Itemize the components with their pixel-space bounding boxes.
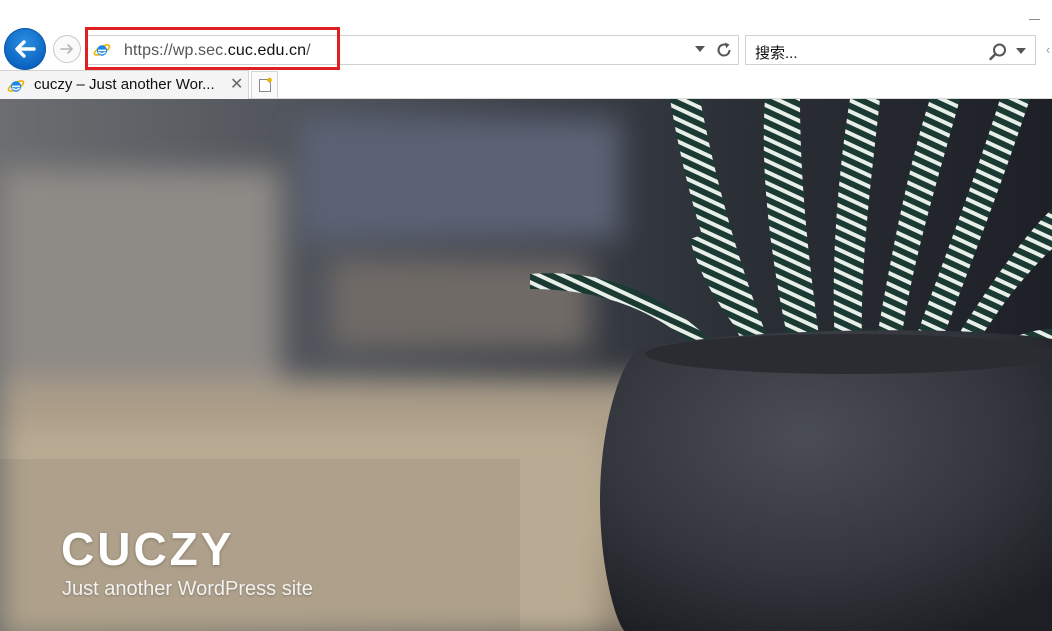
back-button[interactable] <box>4 28 46 70</box>
browser-toolbar: https://wp.sec.cuc.edu.cn/ 搜索... ‹ cuczy… <box>0 0 1052 99</box>
search-box[interactable]: 搜索... <box>745 35 1036 65</box>
back-arrow-icon <box>15 40 36 58</box>
tab-close-icon[interactable]: ✕ <box>230 74 243 94</box>
address-dropdown-icon[interactable] <box>695 46 705 52</box>
tab-active[interactable]: cuczy – Just another Wor... ✕ <box>0 70 249 99</box>
ie-logo-icon <box>7 80 25 92</box>
search-input[interactable]: 搜索... <box>755 42 798 63</box>
toolbar-overflow-icon[interactable]: ‹ <box>1046 42 1050 57</box>
forward-button[interactable] <box>53 35 81 63</box>
new-tab-button[interactable] <box>251 71 278 98</box>
search-dropdown-icon[interactable] <box>1016 48 1026 54</box>
refresh-icon[interactable] <box>714 40 734 60</box>
minimize-button[interactable] <box>1028 8 1042 22</box>
url-highlight-box <box>85 27 340 70</box>
tab-title: cuczy – Just another Wor... <box>34 76 215 93</box>
site-description: Just another WordPress site <box>62 578 313 600</box>
hero-header: CUCZY Just another WordPress site <box>0 99 1052 631</box>
new-tab-icon <box>259 77 272 92</box>
search-icon[interactable] <box>988 42 1008 62</box>
forward-arrow-icon <box>60 44 73 54</box>
plant-pot <box>600 330 1052 631</box>
tab-strip: cuczy – Just another Wor... ✕ <box>0 70 1052 99</box>
site-title[interactable]: CUCZY <box>61 522 234 576</box>
